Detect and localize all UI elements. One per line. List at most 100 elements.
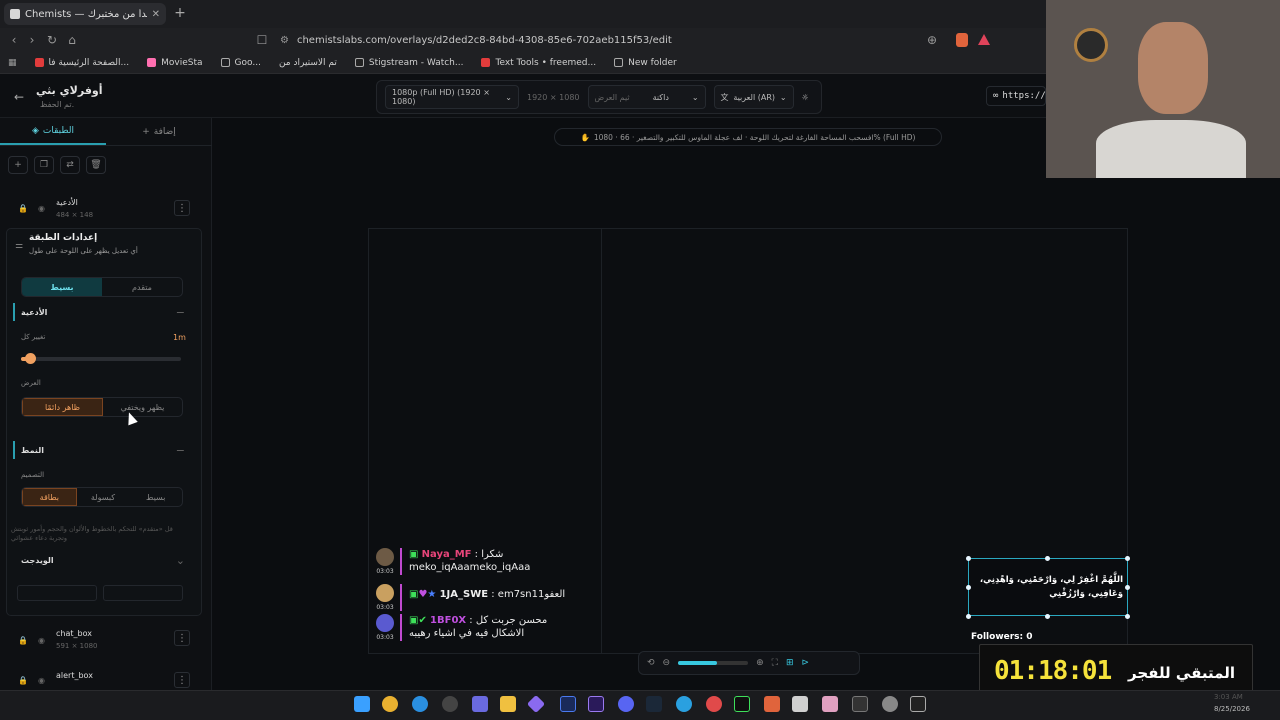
hand-icon: ✋ [580, 132, 590, 142]
resize-handle[interactable] [1125, 556, 1130, 561]
design-card[interactable]: بطاقة [22, 488, 77, 506]
kick-icon[interactable] [734, 696, 750, 712]
bookmark-item[interactable]: Stigstream - Watch... [354, 58, 463, 68]
close-tab-icon[interactable]: ✕ [152, 9, 160, 20]
overlay-url-button[interactable]: ∞ https://c [986, 86, 1051, 106]
section-widget[interactable]: الويدجت ⌄ [13, 551, 185, 569]
site-info-icon[interactable]: ⚙ [280, 35, 289, 46]
terminal-icon[interactable] [910, 696, 926, 712]
brightness-icon[interactable]: ☼ [802, 93, 809, 102]
store-icon[interactable] [472, 696, 488, 712]
tab-add[interactable]: + إضافة [106, 118, 212, 145]
back-icon[interactable]: ← [14, 90, 24, 104]
mode-advanced[interactable]: متقدم [102, 278, 182, 296]
grid-icon[interactable]: ⊞ [786, 658, 794, 668]
dua-widget[interactable]: اللَّهُمَّ اغْفِرْ لِي، وَارْحَمْنِي، وَ… [968, 558, 1128, 616]
apps-grid-icon[interactable]: ▦ [8, 58, 17, 68]
reset-icon[interactable]: ⟲ [647, 658, 655, 668]
layer-item-alert-box[interactable]: 🔒 ◉ alert_box ⋮ [6, 666, 202, 688]
lock-icon[interactable]: 🔒 [18, 204, 28, 213]
change-every-label: تغيير كل [21, 333, 46, 341]
duplicate-icon[interactable]: ❐ [34, 156, 54, 174]
layer-item-chat-box[interactable]: 🔒 ◉ chat_box 591 × 1080 ⋮ [6, 624, 202, 656]
telegram-icon[interactable] [676, 696, 692, 712]
lock-icon[interactable]: 🔒 [18, 676, 28, 685]
windows-start-icon[interactable] [354, 696, 370, 712]
folder-icon[interactable] [500, 696, 516, 712]
delete-icon[interactable]: 🗑 [86, 156, 106, 174]
section-style[interactable]: النمط − [13, 441, 185, 459]
language-select[interactable]: 文 العربية (AR) ⌄ [713, 85, 794, 109]
design-simple[interactable]: بسيط [129, 488, 182, 506]
settings-icon[interactable] [882, 696, 898, 712]
slider-handle[interactable] [25, 353, 36, 364]
layers-icon: ◈ [31, 125, 39, 136]
zoom-slider[interactable] [678, 661, 749, 665]
steam-icon[interactable] [646, 696, 662, 712]
widget-button[interactable] [103, 585, 183, 601]
reload-icon[interactable]: ↻ [44, 32, 60, 48]
display-always[interactable]: ظاهر دائمًا [22, 398, 103, 416]
snap-icon[interactable]: ⊳ [802, 658, 810, 668]
eye-icon[interactable]: ◉ [38, 204, 45, 213]
brave-icon[interactable] [764, 696, 780, 712]
premiere-icon[interactable] [588, 696, 604, 712]
theme-select[interactable]: ثيم العرض داكنة ⌄ [587, 85, 706, 109]
add-layer-button[interactable]: + [8, 156, 28, 174]
forward-arrow-icon[interactable]: › [24, 32, 40, 48]
section-duas[interactable]: الأدعية − [13, 303, 185, 321]
design-capsule[interactable]: كبسولة [77, 488, 130, 506]
eye-icon[interactable]: ◉ [38, 676, 45, 685]
url-field[interactable]: ⚙ chemistslabs.com/overlays/d2ded2c8-84b… [280, 31, 980, 49]
app-icon[interactable] [822, 696, 838, 712]
more-icon[interactable]: ⋮ [174, 200, 190, 216]
resize-handle[interactable] [966, 556, 971, 561]
new-tab-icon[interactable]: + [172, 5, 188, 21]
bookmark-item[interactable]: MovieSta [147, 58, 203, 68]
resize-handle[interactable] [1045, 614, 1050, 619]
eye-icon[interactable]: ◉ [38, 636, 45, 645]
bookmark-item[interactable]: New folder [614, 58, 677, 68]
swap-icon[interactable]: ⇄ [60, 156, 80, 174]
browser-tab[interactable]: Chemists — تفاعل يبدأ من مختبرك ✕ [4, 3, 166, 25]
bookmark-icon[interactable]: ☐ [254, 32, 270, 48]
bookmark-item[interactable]: Text Tools • freemed... [481, 58, 596, 68]
interval-slider[interactable] [21, 357, 181, 361]
photoshop-icon[interactable] [560, 696, 576, 712]
chevron-down-icon: ⌄ [505, 92, 512, 102]
edge-icon[interactable] [412, 696, 428, 712]
resize-handle[interactable] [1045, 556, 1050, 561]
zoom-in-icon[interactable]: ⊕ [756, 658, 764, 668]
bookmark-item[interactable]: تم الاستيراد من [279, 58, 337, 68]
resize-handle[interactable] [966, 614, 971, 619]
fit-screen-icon[interactable]: ⛶ [772, 658, 778, 668]
resolution-select[interactable]: 1080p (Full HD) (1920 × 1080) ⌄ [385, 85, 519, 109]
home-icon[interactable]: ⌂ [64, 32, 80, 48]
display-show-hide[interactable]: يظهر ويختفي [103, 398, 182, 416]
rewards-icon[interactable] [978, 34, 990, 45]
widget-button[interactable] [17, 585, 97, 601]
layer-item-duas[interactable]: 🔒 ◉ الأدعية 484 × 148 ⋮ [6, 192, 202, 226]
lock-icon[interactable]: 🔒 [18, 636, 28, 645]
resize-handle[interactable] [1125, 585, 1130, 590]
resize-handle[interactable] [1125, 614, 1130, 619]
more-icon[interactable]: ⋮ [174, 672, 190, 688]
discord-icon[interactable] [618, 696, 634, 712]
back-arrow-icon[interactable]: ‹ [6, 32, 22, 48]
bookmark-item[interactable]: Goo... [220, 58, 261, 68]
app-icon[interactable] [852, 696, 868, 712]
display-toggle: ظاهر دائمًا يظهر ويختفي [21, 397, 183, 417]
avatar [376, 584, 394, 602]
more-icon[interactable]: ⋮ [174, 630, 190, 646]
app-icon[interactable] [706, 696, 722, 712]
tab-layers[interactable]: ◈ الطبقات [0, 118, 106, 145]
bookmark-item[interactable]: الصفحة الرئيسية فا... [34, 58, 129, 68]
zoom-out-icon[interactable]: ⊖ [663, 658, 671, 668]
resize-handle[interactable] [966, 585, 971, 590]
mode-simple[interactable]: بسيط [22, 278, 102, 296]
obs-icon[interactable] [442, 696, 458, 712]
chrome-icon[interactable] [382, 696, 398, 712]
brave-shield-icon[interactable] [956, 33, 968, 47]
zoom-icon[interactable]: ⊕ [924, 32, 940, 48]
app-icon[interactable] [792, 696, 808, 712]
